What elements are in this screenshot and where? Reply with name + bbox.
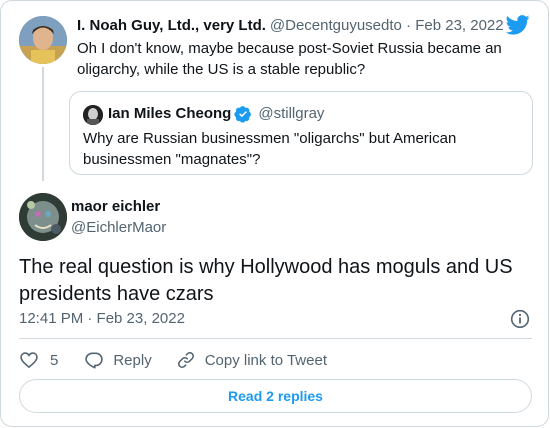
info-icon[interactable] [510,309,530,329]
verified-badge-icon [234,106,252,123]
thread-connector-line [42,67,44,181]
tweet-timestamp[interactable]: 12:41 PM · Feb 23, 2022 [19,309,185,329]
reply-label: Reply [113,351,152,369]
quoted-author-name: Ian Miles Cheong [108,105,232,122]
author-handle[interactable]: @EichlerMaor [71,218,166,238]
quoted-handle: @stillgray [258,105,325,122]
reply-button[interactable]: Reply [84,350,152,370]
quoted-avatar [83,105,103,125]
twitter-bird-icon[interactable] [506,15,530,35]
parent-handle-date[interactable]: @Decentguyusedto · Feb 23, 2022 [270,17,504,34]
parent-author-name[interactable]: I. Noah Guy, Ltd., very Ltd. [77,17,266,34]
link-icon [177,352,194,368]
parent-tweet-text: Oh I don't know, maybe because post-Sovi… [77,40,502,78]
divider [19,338,532,339]
copy-link-label: Copy link to Tweet [204,351,327,369]
author-name[interactable]: maor eichler [71,197,160,217]
reply-bubble-icon [85,352,104,369]
tweet-text: The real question is why Hollywood has m… [19,256,513,305]
read-replies-button[interactable]: Read 2 replies [19,379,532,413]
quoted-tweet[interactable]: Ian Miles Cheong @stillgray Why are Russ… [69,91,533,175]
like-count: 5 [50,351,59,369]
copy-link-button[interactable]: Copy link to Tweet [176,350,327,370]
like-button[interactable]: 5 [19,350,58,370]
quoted-header: Ian Miles Cheong @stillgray [108,104,324,124]
action-bar: 5 Reply Copy link to Tweet [19,349,327,371]
parent-header: I. Noah Guy, Ltd., very Ltd. @Decentguyus… [77,16,504,36]
tweet-embed-card: I. Noah Guy, Ltd., very Ltd. @Decentguyus… [0,0,549,427]
heart-icon [20,352,38,369]
main-avatar[interactable] [19,193,67,241]
parent-avatar[interactable] [19,16,67,64]
quoted-tweet-text: Why are Russian businessmen "oligarchs" … [83,130,457,168]
